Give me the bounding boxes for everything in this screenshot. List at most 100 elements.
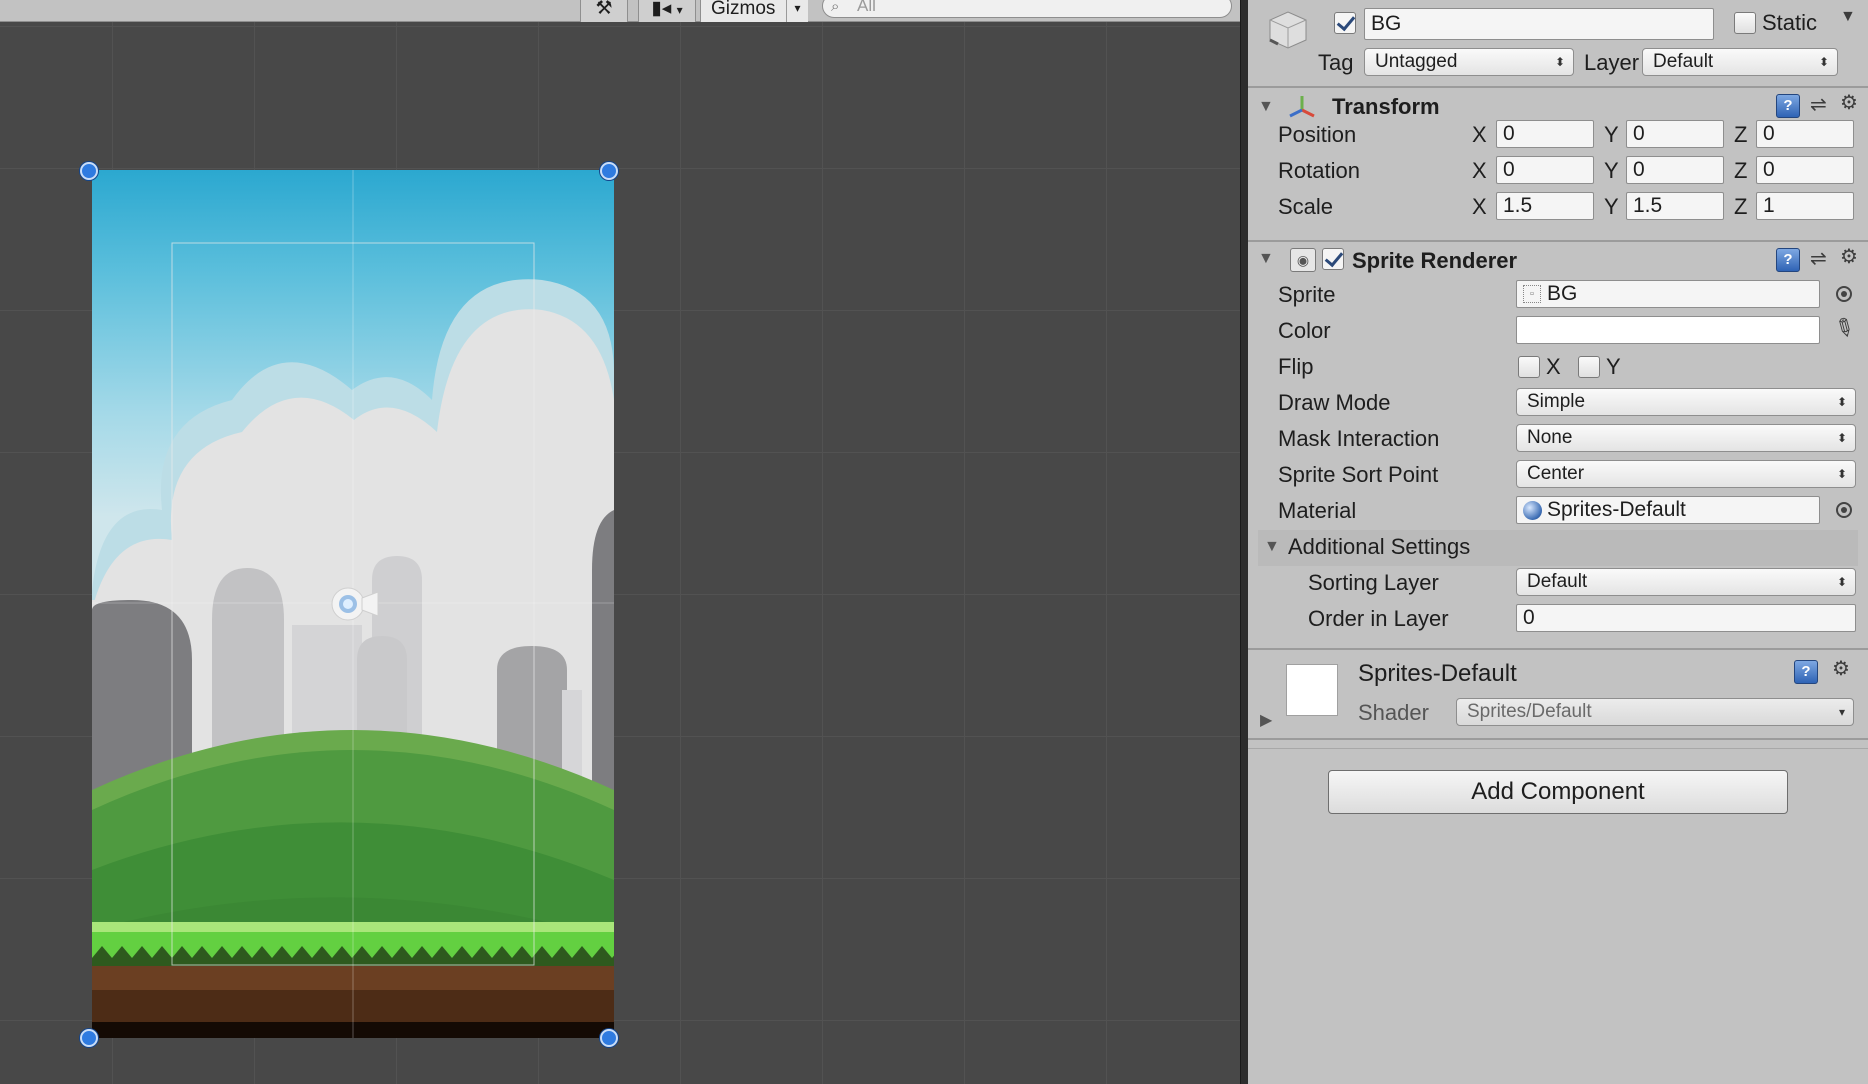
color-swatch[interactable] (1516, 316, 1820, 344)
help-icon[interactable]: ? (1794, 660, 1818, 684)
active-checkbox[interactable] (1334, 12, 1356, 34)
sprite-sort-point-dropdown[interactable]: Center ⬍ (1516, 460, 1856, 488)
order-in-layer-field[interactable]: 0 (1516, 604, 1856, 632)
divider (1248, 86, 1868, 88)
axis-x-label: X (1472, 158, 1487, 183)
camera-gizmo-icon[interactable] (322, 580, 384, 626)
axis-z-label: Z (1734, 122, 1748, 147)
axis-y-label: Y (1604, 194, 1619, 219)
camera-dropdown[interactable]: ▮◂ ▾ (638, 0, 696, 22)
additional-settings-foldout-icon[interactable]: ▼ (1264, 538, 1280, 556)
draw-mode-dropdown[interactable]: Simple ⬍ (1516, 388, 1856, 416)
mask-interaction-dropdown[interactable]: None ⬍ (1516, 424, 1856, 452)
shader-dropdown[interactable]: Sprites/Default ▾ (1456, 698, 1854, 726)
static-label: Static (1762, 10, 1818, 35)
layer-dropdown[interactable]: Default ⬍ (1642, 48, 1838, 76)
transform-axes-icon (1288, 94, 1316, 120)
updown-arrow-icon: ⬍ (1836, 395, 1847, 409)
material-preview-swatch (1286, 664, 1338, 716)
tag-label: Tag (1318, 50, 1354, 75)
flip-x-label: X (1546, 354, 1561, 379)
preset-icon[interactable]: ⇌ (1810, 246, 1827, 271)
static-checkbox[interactable] (1734, 12, 1756, 34)
updown-arrow-icon: ⬍ (1554, 55, 1565, 69)
sprite-field[interactable]: ▫ BG (1516, 280, 1820, 308)
transform-scale-y-field[interactable]: 1.5 (1626, 192, 1724, 220)
transform-scale-x-field[interactable]: 1.5 (1496, 192, 1594, 220)
flip-x-checkbox[interactable] (1518, 356, 1540, 378)
transform-position-label: Position (1278, 122, 1357, 147)
color-label: Color (1278, 318, 1331, 343)
camera-icon: ▮◂ (651, 0, 672, 19)
object-picker-icon[interactable] (1836, 502, 1852, 518)
updown-arrow-icon: ⬍ (1836, 575, 1847, 589)
search-placeholder: All (857, 0, 876, 15)
layer-value: Default (1653, 51, 1714, 72)
axis-z-label: Z (1734, 158, 1748, 183)
flip-label: Flip (1278, 354, 1314, 379)
additional-settings-label: Additional Settings (1288, 534, 1471, 559)
add-component-button[interactable]: Add Component (1328, 770, 1788, 814)
resize-handle-top-right[interactable] (600, 162, 618, 180)
material-label: Material (1278, 498, 1357, 523)
order-in-layer-label: Order in Layer (1308, 606, 1449, 631)
draw-mode-label: Draw Mode (1278, 390, 1391, 415)
help-icon[interactable]: ? (1776, 94, 1800, 118)
material-field[interactable]: Sprites-Default (1516, 496, 1820, 524)
static-dropdown-icon[interactable]: ▼ (1840, 8, 1856, 26)
help-icon[interactable]: ? (1776, 248, 1800, 272)
gear-icon[interactable]: ⚙ (1840, 90, 1858, 115)
divider (1248, 738, 1868, 740)
sprite-value: BG (1547, 282, 1578, 305)
transform-rotation-label: Rotation (1278, 158, 1360, 183)
preset-icon[interactable]: ⇌ (1810, 92, 1827, 117)
sorting-layer-label: Sorting Layer (1308, 570, 1439, 595)
axis-x-label: X (1472, 194, 1487, 219)
flip-y-checkbox[interactable] (1578, 356, 1600, 378)
axis-z-label: Z (1734, 194, 1748, 219)
shader-label: Shader (1358, 700, 1429, 725)
divider (1248, 648, 1868, 650)
transform-position-y-field[interactable]: 0 (1626, 120, 1724, 148)
transform-rotation-x-field[interactable]: 0 (1496, 156, 1594, 184)
sprite-renderer-title: Sprite Renderer (1352, 248, 1518, 273)
gizmos-dropdown-icon[interactable]: ▾ (786, 0, 808, 22)
inspector-panel: BG Static ▼ Tag Untagged ⬍ Layer Default ⬍… (1248, 0, 1868, 1084)
material-foldout-icon[interactable]: ▶ (1260, 710, 1272, 730)
tag-dropdown[interactable]: Untagged ⬍ (1364, 48, 1574, 76)
gear-icon[interactable]: ⚙ (1832, 656, 1850, 681)
sprite-renderer-enabled-checkbox[interactable] (1322, 248, 1344, 270)
scene-toolbar: ⚒ ▮◂ ▾ Gizmos ▾ ⌕ All (0, 0, 1240, 22)
transform-scale-z-field[interactable]: 1 (1756, 192, 1854, 220)
scene-view[interactable]: ⚒ ▮◂ ▾ Gizmos ▾ ⌕ All (0, 0, 1240, 1084)
panel-splitter[interactable] (1240, 0, 1248, 1084)
updown-arrow-icon: ⬍ (1836, 467, 1847, 481)
material-name: Sprites-Default (1358, 660, 1517, 687)
tools-icon[interactable]: ⚒ (580, 0, 628, 22)
transform-rotation-y-field[interactable]: 0 (1626, 156, 1724, 184)
material-value: Sprites-Default (1547, 498, 1686, 521)
chevron-down-icon: ▾ (676, 3, 683, 17)
eyedropper-icon[interactable]: ✎ (1828, 311, 1860, 346)
resize-handle-bottom-left[interactable] (80, 1029, 98, 1047)
transform-rotation-z-field[interactable]: 0 (1756, 156, 1854, 184)
sorting-layer-value: Default (1527, 571, 1588, 592)
axis-y-label: Y (1604, 158, 1619, 183)
updown-arrow-icon: ⬍ (1836, 431, 1847, 445)
resize-handle-bottom-right[interactable] (600, 1029, 618, 1047)
transform-position-x-field[interactable]: 0 (1496, 120, 1594, 148)
sprite-renderer-foldout-icon[interactable]: ▼ (1258, 250, 1274, 268)
tag-value: Untagged (1375, 51, 1458, 72)
object-name-field[interactable]: BG (1364, 8, 1714, 40)
resize-handle-top-left[interactable] (80, 162, 98, 180)
sorting-layer-dropdown[interactable]: Default ⬍ (1516, 568, 1856, 596)
object-picker-icon[interactable] (1836, 286, 1852, 302)
material-sphere-icon (1523, 501, 1542, 520)
divider (1248, 748, 1868, 749)
scene-search-input[interactable]: ⌕ All (822, 0, 1232, 18)
sprite-sort-point-value: Center (1527, 463, 1585, 484)
axis-y-label: Y (1604, 122, 1619, 147)
transform-foldout-icon[interactable]: ▼ (1258, 98, 1274, 116)
transform-position-z-field[interactable]: 0 (1756, 120, 1854, 148)
gear-icon[interactable]: ⚙ (1840, 244, 1858, 269)
